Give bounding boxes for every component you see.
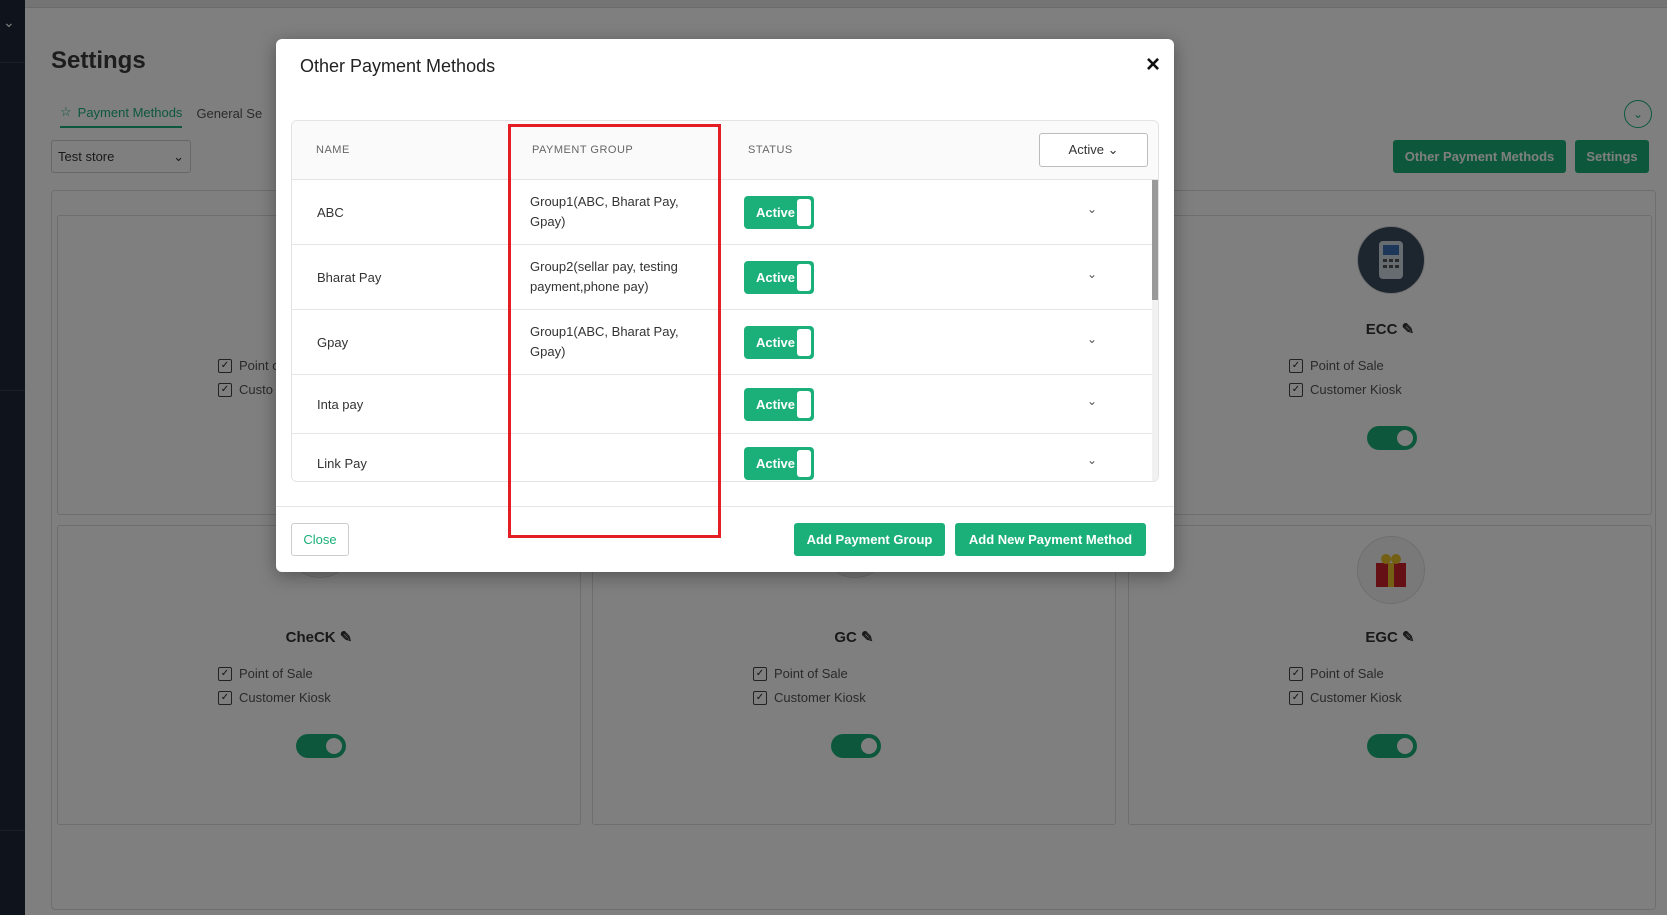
column-header-name: NAME <box>316 144 350 156</box>
row-name: ABC <box>317 205 344 220</box>
close-icon[interactable]: × <box>1146 51 1160 79</box>
add-payment-group-button[interactable]: Add Payment Group <box>794 523 945 556</box>
chevron-down-icon[interactable]: ⌄ <box>1087 453 1097 467</box>
add-new-payment-method-button[interactable]: Add New Payment Method <box>955 523 1146 556</box>
status-toggle[interactable]: Active <box>744 388 814 421</box>
table-row[interactable]: Inta pay Active ⌄ <box>292 375 1152 434</box>
chevron-down-icon[interactable]: ⌄ <box>1087 267 1097 281</box>
table-header: NAME PAYMENT GROUP STATUS Active ⌄ <box>292 121 1158 180</box>
row-name: Inta pay <box>317 397 364 412</box>
modal-title: Other Payment Methods <box>300 56 496 76</box>
row-name: Bharat Pay <box>317 270 382 285</box>
status-toggle[interactable]: Active <box>744 196 814 229</box>
chevron-down-icon[interactable]: ⌄ <box>1087 394 1097 408</box>
status-filter-dropdown[interactable]: Active ⌄ <box>1039 133 1148 167</box>
column-header-status: STATUS <box>748 144 793 156</box>
table-row[interactable]: Gpay Group1(ABC, Bharat Pay, Gpay) Activ… <box>292 310 1152 375</box>
status-toggle[interactable]: Active <box>744 447 814 480</box>
chevron-down-icon[interactable]: ⌄ <box>1087 202 1097 216</box>
status-toggle[interactable]: Active <box>744 326 814 359</box>
table-row[interactable]: ABC Group1(ABC, Bharat Pay, Gpay) Active… <box>292 180 1152 245</box>
close-button[interactable]: Close <box>291 523 349 556</box>
scrollbar-thumb[interactable] <box>1152 180 1158 300</box>
row-name: Gpay <box>317 335 349 350</box>
chevron-down-icon: ⌄ <box>1107 142 1119 157</box>
chevron-down-icon[interactable]: ⌄ <box>1087 332 1097 346</box>
status-filter-value: Active <box>1068 142 1104 157</box>
table-row[interactable]: Bharat Pay Group2(sellar pay, testing pa… <box>292 245 1152 310</box>
payment-methods-table: NAME PAYMENT GROUP STATUS Active ⌄ ABC G… <box>291 120 1159 482</box>
table-scrollbar[interactable] <box>1152 180 1158 481</box>
other-payment-methods-modal: Other Payment Methods × NAME PAYMENT GRO… <box>276 39 1174 572</box>
modal-footer: Close Add Payment Group Add New Payment … <box>276 506 1174 572</box>
table-row[interactable]: Link Pay Active ⌄ <box>292 434 1152 481</box>
row-name: Link Pay <box>317 456 367 471</box>
highlight-box <box>508 124 721 538</box>
status-toggle[interactable]: Active <box>744 261 814 294</box>
